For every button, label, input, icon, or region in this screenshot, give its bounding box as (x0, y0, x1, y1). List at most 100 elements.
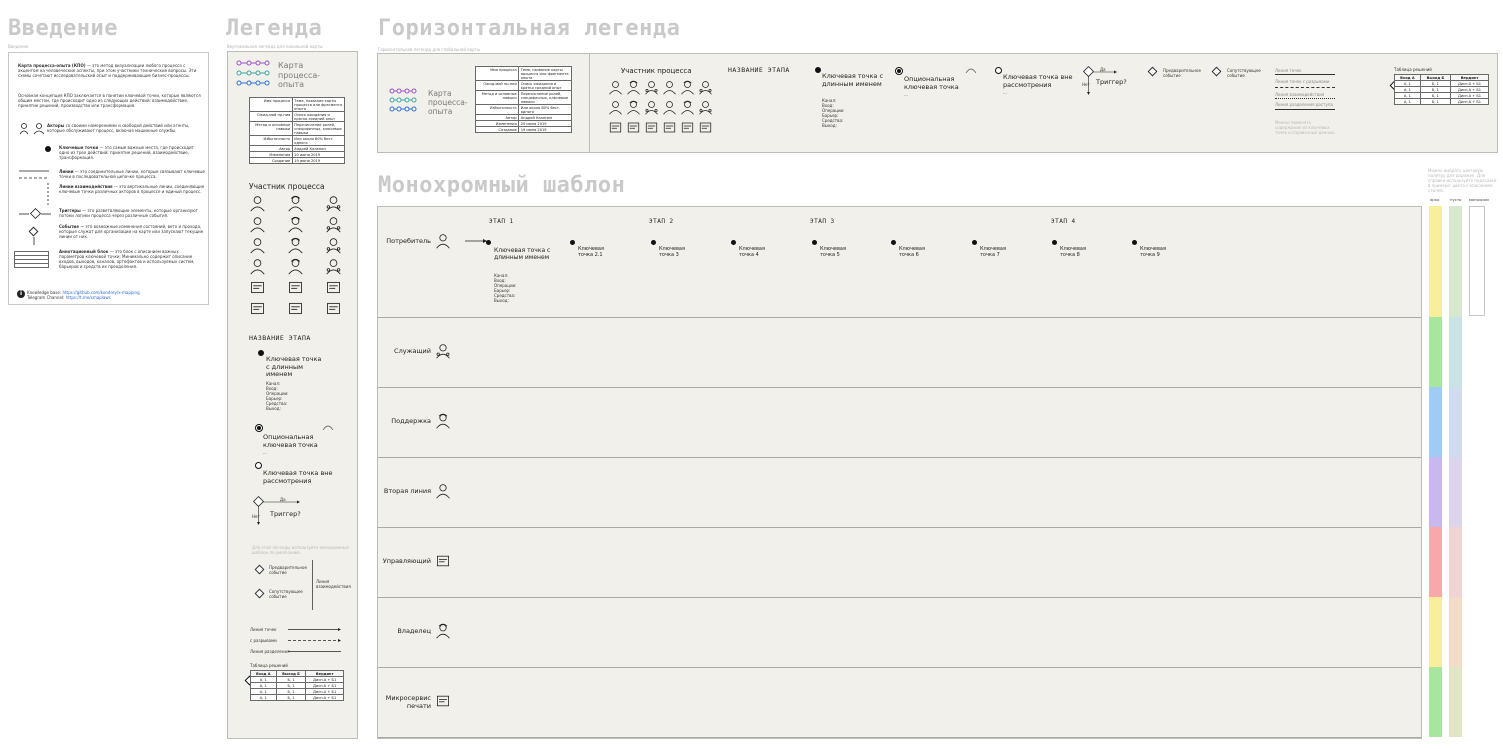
kp-label: Ключевая точка 9 (1140, 246, 1167, 258)
legend-heading: Легенда (226, 16, 323, 41)
legend-optional-kp-icon (255, 424, 263, 432)
horizontal-map-title: Карта процесса-опыта (428, 89, 468, 116)
person-icon (289, 302, 302, 315)
kp-dot (891, 240, 896, 245)
palette-swatch[interactable] (1429, 667, 1442, 737)
person-icon (663, 81, 676, 95)
horizontal-trigger: Триггер? (1096, 78, 1127, 86)
horizontal-subtitle: Горизонтальная легенда для глобальной ка… (378, 47, 481, 52)
legend-kp-outside: Ключевая точка вне рассмотрения (263, 469, 333, 485)
palette-swatch[interactable] (1429, 457, 1442, 527)
person-icon (250, 196, 265, 212)
info-value: 19 июня 2019 (518, 126, 572, 133)
horizontal-event-before: Предварительное событие (1163, 68, 1201, 78)
lines-icon (19, 170, 49, 179)
kp-field-output: Выход: (822, 123, 837, 128)
info-row: Имя процесса Тема, название карты процесс… (474, 66, 572, 81)
tg-link[interactable]: https://t.me/xmaplaws (66, 295, 111, 300)
person-icon (436, 623, 450, 639)
legend-trigger: Триггер? (270, 510, 301, 518)
palette-swatch[interactable] (1429, 317, 1442, 387)
horizontal-event-after-icon (1211, 66, 1222, 77)
horizontal-kp-long: Ключевая точка с длинным именем (822, 72, 884, 88)
palette-swatch[interactable] (1449, 387, 1462, 457)
horizontal-divider (589, 54, 590, 152)
info-row: Ожид-мой пр-ния Опись ожидания и кратко с… (474, 80, 572, 91)
kp-field-output: Выход: (494, 298, 509, 303)
decision-row: А, 1 Б, 1 Дисп.А + Б1 (1394, 98, 1489, 105)
palette-swatch[interactable] (1449, 206, 1462, 317)
person-icon (250, 259, 265, 275)
person-icon (327, 281, 340, 294)
horizontal-kp-outside-dots: ... (1003, 90, 1007, 95)
horizontal-line-label-3: Линия взаимодействия (1275, 92, 1325, 97)
intro-item-text: — это соединительные линии, которые связ… (59, 169, 205, 179)
person-icon (437, 555, 449, 567)
decision-row: А, 1 Б, 1 Дисп.А + Б1 (250, 694, 344, 701)
info-value: Тема, название карты процесса или фрагме… (291, 97, 346, 112)
lane-label: Служащий (394, 347, 431, 355)
info-key: Создание (474, 126, 520, 133)
intro-para1: Карта процесса-опыта (КПО) — это метод в… (18, 63, 203, 78)
person-icon (627, 80, 640, 95)
horizontal-event-before-icon (1147, 66, 1158, 77)
decision-cell: А, 1 (1394, 98, 1421, 105)
horizontal-actors-grid (608, 80, 718, 146)
palette-mono-swatch (1469, 206, 1485, 316)
horizontal-line-label-2: Линия точек с разрывами (1275, 79, 1330, 84)
palette-swatch[interactable] (1429, 387, 1442, 457)
lane-5: Управляющий (378, 528, 1421, 598)
palette-swatch[interactable] (1429, 597, 1442, 667)
info-key: Метод и основные навыки (249, 121, 293, 136)
palette-swatch[interactable] (1449, 317, 1462, 387)
person-icon (326, 238, 341, 254)
person-icon (288, 195, 303, 212)
info-key: Создание (249, 157, 293, 164)
kp-dot (812, 240, 817, 245)
legend-kp-dot (258, 350, 264, 356)
info-key: Ожид-мой пр-ния (249, 111, 293, 122)
palette-swatch[interactable] (1449, 457, 1462, 527)
event-arrow-icon (33, 237, 35, 245)
intro-item-text: со своими намерениями и свободой действи… (47, 123, 190, 133)
intro-item-triggers: Триггеры — это разветвляющие элементы, к… (59, 208, 205, 218)
kp-dot (651, 240, 656, 245)
person-icon (251, 302, 264, 315)
palette-pale-strip (1449, 206, 1462, 739)
palette-swatch[interactable] (1429, 206, 1442, 317)
lane-label: Владелец (397, 627, 431, 635)
person-icon (609, 122, 622, 133)
palette-swatch[interactable] (1449, 667, 1462, 737)
kp-field-output: Выход: (266, 406, 281, 411)
decision-cell: А, 1 (250, 694, 277, 701)
horizontal-line-sample-3 (1275, 98, 1335, 99)
interaction-line-icon (47, 183, 49, 205)
decision-cell: Дисп.А + Б1 (1450, 98, 1489, 105)
legend-participants-title: Участник процесса (249, 182, 325, 191)
kp-label: Ключевая точка 8 (1060, 246, 1087, 258)
horizontal-kp-optional-dots: ... (904, 92, 908, 97)
palette-swatch[interactable] (1449, 597, 1462, 667)
horizontal-line-sample-4 (1275, 109, 1335, 110)
legend-map-title: Карта процесса-опыта (278, 61, 321, 89)
person-icon (326, 259, 341, 275)
kp-label: Ключевая точка 3 (659, 246, 686, 258)
horizontal-participants-title: Участник процесса (621, 67, 692, 75)
kp-dot (1052, 240, 1057, 245)
intro-item-lines: Линии — это соединительные линии, которы… (59, 169, 205, 179)
kp-dot (1132, 240, 1137, 245)
person-icon (645, 101, 658, 115)
horizontal-line-label-1: Линия точек (1275, 68, 1302, 73)
palette-swatch[interactable] (1429, 527, 1442, 597)
legend-info-table: Имя процесса Тема, название карты процесс… (249, 97, 346, 164)
actors-icon (19, 123, 45, 135)
person-icon (436, 344, 450, 359)
palette-swatch[interactable] (1449, 527, 1462, 597)
lane-label: Управляющий (382, 557, 431, 565)
horizontal-info-table: Имя процесса Тема, название карты процесс… (474, 66, 572, 133)
kp-dot (731, 240, 736, 245)
info-value: 19 июня 2019 (291, 157, 346, 164)
person-icon (437, 695, 449, 707)
legend-line-samples (288, 628, 341, 652)
event-diamond-icon (28, 226, 39, 237)
